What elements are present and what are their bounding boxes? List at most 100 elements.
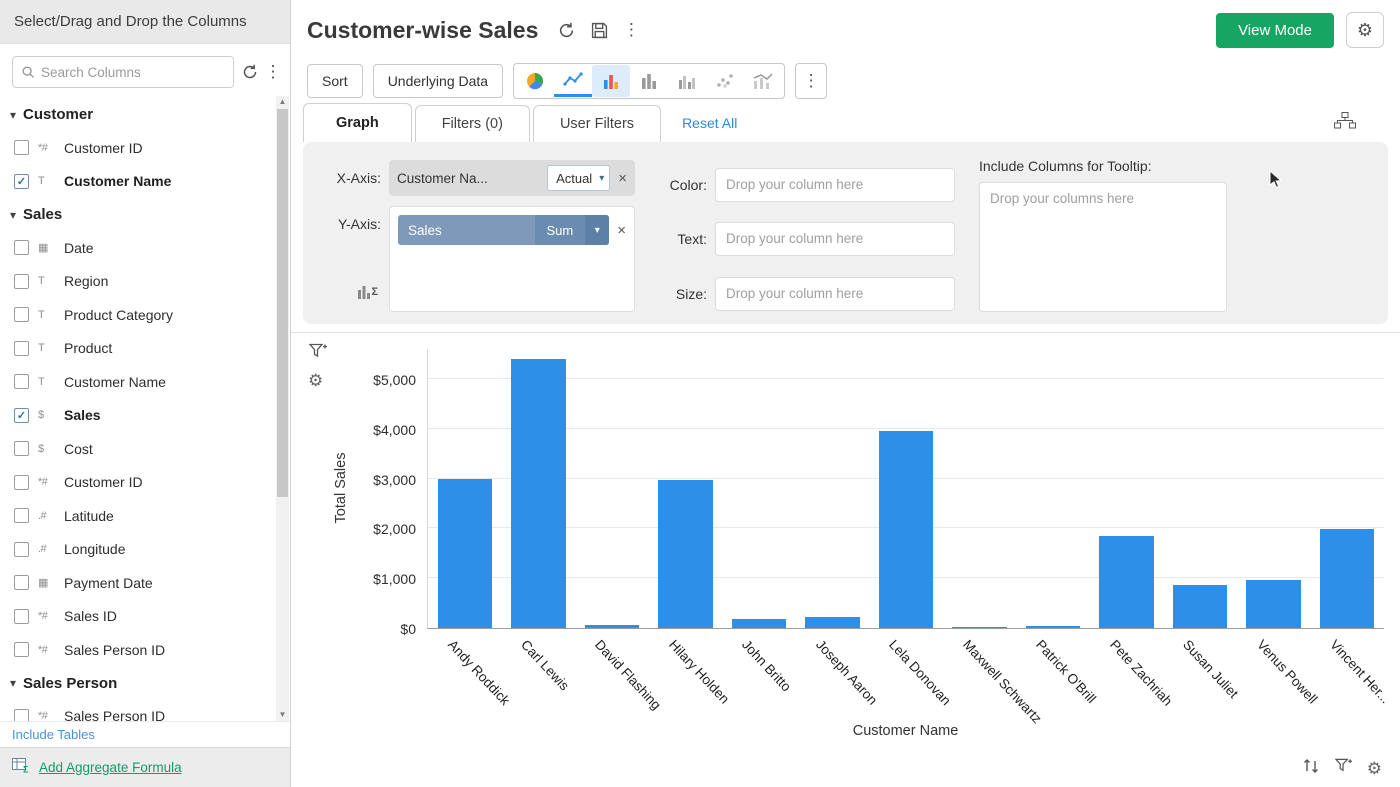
filter-add-icon[interactable] <box>309 343 327 365</box>
column-item[interactable]: ▦Date <box>0 231 290 265</box>
chart-settings-icon[interactable]: ⚙ <box>308 371 323 391</box>
column-checkbox[interactable] <box>14 341 29 356</box>
column-checkbox[interactable] <box>14 709 29 721</box>
x-axis-column-chip[interactable]: Customer Na... <box>397 171 539 186</box>
sidebar-menu-icon[interactable]: ⋮ <box>266 62 280 82</box>
column-item[interactable]: $Cost <box>0 432 290 466</box>
x-axis-aggregation-value: Actual <box>556 171 592 186</box>
text-dropzone[interactable]: Drop your column here <box>715 222 955 256</box>
section-header-customer[interactable]: ▾Customer <box>0 98 290 131</box>
tab-graph[interactable]: Graph <box>303 103 412 142</box>
y-tick-label: $3,000 <box>373 472 416 488</box>
column-checkbox[interactable] <box>14 240 29 255</box>
search-columns-input[interactable] <box>41 65 225 80</box>
bar-pete-zachriah[interactable] <box>1099 536 1153 628</box>
column-item[interactable]: TProduct Category <box>0 298 290 332</box>
sort-button[interactable]: Sort <box>307 64 363 98</box>
column-item[interactable]: *#Sales Person ID <box>0 700 290 722</box>
column-item[interactable]: TRegion <box>0 265 290 299</box>
x-tick-label: Patrick O'Brill <box>1033 637 1099 706</box>
grouped-bar-chart-icon[interactable] <box>668 65 706 97</box>
column-item[interactable]: *#Customer ID <box>0 131 290 165</box>
column-checkbox[interactable] <box>14 374 29 389</box>
sort-order-icon[interactable] <box>1303 758 1320 779</box>
refresh-report-icon[interactable] <box>558 22 575 39</box>
report-menu-icon[interactable]: ⋮ <box>624 20 638 40</box>
bar-carl-lewis[interactable] <box>511 359 565 628</box>
underlying-data-button[interactable]: Underlying Data <box>373 64 503 98</box>
column-checkbox[interactable] <box>14 542 29 557</box>
column-item[interactable]: TProduct <box>0 332 290 366</box>
x-axis-remove-icon[interactable]: × <box>618 171 627 186</box>
bar-lela-donovan[interactable] <box>879 431 933 628</box>
y-axis-column-chip[interactable]: Sales Sum ▾ <box>398 215 609 245</box>
reset-all-link[interactable]: Reset All <box>682 115 737 131</box>
column-item[interactable]: ▦Payment Date <box>0 566 290 600</box>
column-item[interactable]: *#Sales ID <box>0 600 290 634</box>
column-item[interactable]: ✓$Sales <box>0 399 290 433</box>
column-checkbox[interactable] <box>14 508 29 523</box>
search-columns-box[interactable] <box>12 56 234 88</box>
bar-joseph-aaron[interactable] <box>805 617 859 628</box>
column-item[interactable]: TCustomer Name <box>0 365 290 399</box>
bar-vincent-her-[interactable] <box>1320 529 1374 628</box>
column-checkbox[interactable] <box>14 307 29 322</box>
x-axis-dropzone[interactable]: Customer Na... Actual ▾ × <box>389 160 635 196</box>
bar-patrick-o-brill[interactable] <box>1026 626 1080 628</box>
bar-susan-juliet[interactable] <box>1173 585 1227 628</box>
add-aggregate-formula-link[interactable]: Add Aggregate Formula <box>39 760 182 775</box>
tab-user-filters[interactable]: User Filters <box>533 105 661 142</box>
scatter-chart-icon[interactable] <box>706 65 744 97</box>
save-icon[interactable] <box>591 22 608 39</box>
stacked-bar-chart-icon[interactable] <box>630 65 668 97</box>
section-header-sales-person[interactable]: ▾Sales Person <box>0 667 290 700</box>
more-chart-types-icon[interactable]: ⋮ <box>795 63 827 99</box>
column-checkbox[interactable] <box>14 274 29 289</box>
bar-john-britto[interactable] <box>732 619 786 628</box>
column-checkbox[interactable] <box>14 441 29 456</box>
y-axis-dropzone[interactable]: Sales Sum ▾ × <box>389 206 635 312</box>
bar-hilary-holden[interactable] <box>658 480 712 628</box>
column-checkbox[interactable] <box>14 609 29 624</box>
column-item[interactable]: ✓TCustomer Name <box>0 165 290 199</box>
scroll-down-icon[interactable]: ▼ <box>276 709 289 721</box>
sidebar-scrollbar[interactable]: ▲ ▼ <box>276 96 289 721</box>
hierarchy-icon[interactable] <box>1334 112 1356 134</box>
section-header-sales[interactable]: ▾Sales <box>0 198 290 231</box>
column-item[interactable]: .#Longitude <box>0 533 290 567</box>
column-checkbox[interactable] <box>14 575 29 590</box>
size-dropzone[interactable]: Drop your column here <box>715 277 955 311</box>
settings-button[interactable]: ⚙ <box>1346 12 1384 48</box>
y-axis-remove-icon[interactable]: × <box>617 223 626 238</box>
y-axis-aggregation-select[interactable]: Sum ▾ <box>535 215 610 245</box>
color-dropzone[interactable]: Drop your column here <box>715 168 955 202</box>
view-mode-button[interactable]: View Mode <box>1216 13 1334 48</box>
column-item[interactable]: *#Customer ID <box>0 466 290 500</box>
scrollbar-thumb[interactable] <box>277 109 288 497</box>
column-checkbox[interactable]: ✓ <box>14 408 29 423</box>
include-tables-link[interactable]: Include Tables <box>0 721 290 747</box>
bar-maxwell-schwartz[interactable] <box>952 627 1006 628</box>
column-item[interactable]: .#Latitude <box>0 499 290 533</box>
tooltip-columns-dropzone[interactable]: Drop your columns here <box>979 182 1227 312</box>
column-checkbox[interactable]: ✓ <box>14 174 29 189</box>
filter-icon[interactable] <box>1335 758 1352 779</box>
column-checkbox[interactable] <box>14 475 29 490</box>
pie-chart-icon[interactable] <box>516 65 554 97</box>
x-axis-aggregation-select[interactable]: Actual ▾ <box>547 165 610 191</box>
column-label: Longitude <box>64 541 126 557</box>
scroll-up-icon[interactable]: ▲ <box>276 96 289 108</box>
combo-chart-icon[interactable] <box>744 65 782 97</box>
bar-chart-icon[interactable] <box>592 65 630 97</box>
bar-andy-roddick[interactable] <box>438 479 492 628</box>
gear-icon[interactable]: ⚙ <box>1367 759 1382 779</box>
column-checkbox[interactable] <box>14 642 29 657</box>
bar-venus-powell[interactable] <box>1246 580 1300 628</box>
column-item[interactable]: *#Sales Person ID <box>0 633 290 667</box>
aggregate-options-icon[interactable]: Σ <box>357 282 379 305</box>
column-checkbox[interactable] <box>14 140 29 155</box>
refresh-columns-icon[interactable] <box>242 64 258 80</box>
bar-david-flashing[interactable] <box>585 625 639 628</box>
tab-filters[interactable]: Filters (0) <box>415 105 530 142</box>
line-chart-icon[interactable] <box>554 65 592 97</box>
